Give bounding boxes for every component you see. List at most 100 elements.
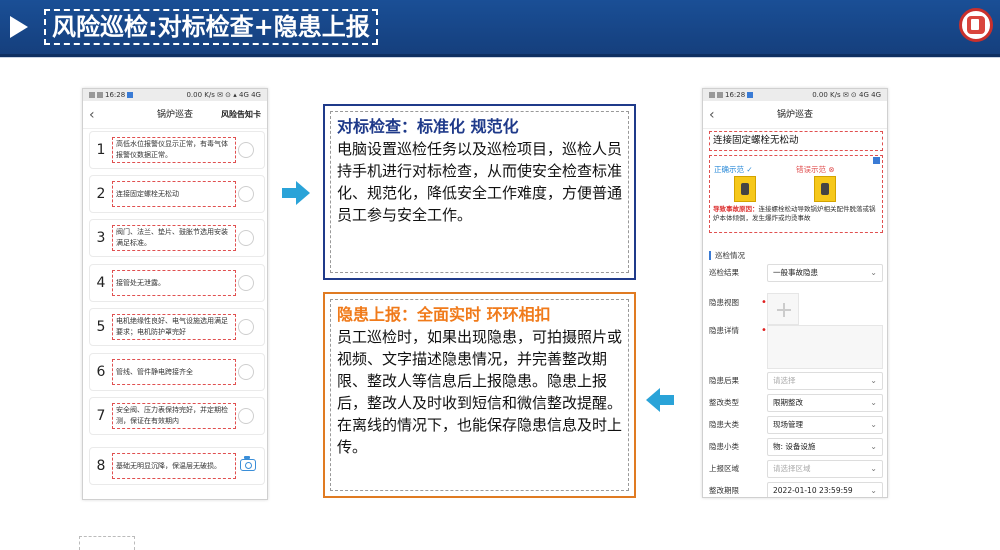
header-divider [0, 57, 1000, 58]
list-item[interactable]: 2 连接固定螺栓无松动 [89, 175, 265, 213]
expand-icon[interactable] [873, 157, 880, 164]
radio-icon[interactable] [238, 186, 254, 202]
chevron-down-icon: ⌄ [870, 464, 877, 473]
app-icon [747, 92, 754, 98]
accident-cause: 导致事故原因：连接螺栓松动导致锅炉相关配件脱落或锅炉本体倾倒，发生爆炸或灼烫事故 [713, 205, 876, 222]
radio-icon[interactable] [238, 275, 254, 291]
arrow-right-shaft [282, 188, 296, 198]
result-select[interactable]: 一般事故隐患 ⌄ [767, 264, 883, 282]
list-item[interactable]: 7 安全阀、压力表保持完好，并定期检测，保证在有效期内 [89, 397, 265, 435]
item-number: 2 [96, 186, 106, 202]
rectify-type-select[interactable]: 限期整改 ⌄ [767, 394, 883, 412]
item-number: 7 [96, 408, 106, 424]
list-item[interactable]: 3 阀门、法兰、垫片、鼓胀节选用安装满足标准。 [89, 219, 265, 257]
item-number: 4 [96, 275, 106, 291]
hazard-detail-input[interactable] [767, 325, 883, 369]
form-row-type[interactable]: 整改类型 限期整改 ⌄ [709, 393, 883, 413]
list-item[interactable]: 4 接管处无泄露。 [89, 264, 265, 302]
section-title: 巡检情况 [709, 251, 745, 260]
wifi-icon [97, 92, 103, 98]
status-time: 16:28 [105, 91, 126, 99]
item-number: 6 [96, 364, 106, 380]
row-label: 隐患详情 [709, 326, 739, 335]
row-label: 整改类型 [709, 398, 739, 407]
deadline-picker[interactable]: 2022-01-10 23:59:59 ⌄ [767, 482, 883, 497]
risk-notice-link[interactable]: 风险告知卡 [221, 101, 261, 129]
radio-icon[interactable] [238, 408, 254, 424]
correct-example-label: 正确示范 ✓ [714, 165, 753, 174]
arrow-left-shaft [660, 395, 674, 405]
area-select[interactable]: 请选择区域 ⌄ [767, 460, 883, 478]
hazard-report-box: 隐患上报：全面实时 环环相扣 员工巡检时，如果出现隐患，可拍摄照片或视频、文字描… [323, 292, 636, 498]
right-phone-screen: 16:28 0.00 K/s ✉ ⊙ 4G 4G ‹ 锅炉巡查 连接固定螺栓无松… [702, 88, 888, 498]
item-text: 接管处无泄露。 [112, 270, 236, 296]
list-item[interactable]: 5 电机绝缘性良好、电气设施选用满足要求；电机防护罩完好 [89, 308, 265, 346]
status-bar: 16:28 0.00 K/s ✉ ⊙ 4G 4G [703, 89, 887, 101]
chevron-down-icon: ⌄ [870, 376, 877, 385]
item-number: 3 [96, 230, 106, 246]
item-text: 安全阀、压力表保持完好，并定期检测，保证在有效期内 [112, 403, 236, 429]
radio-icon[interactable] [238, 142, 254, 158]
radio-icon[interactable] [238, 230, 254, 246]
status-bar: 16:28 0.00 K/s ✉ ⊙ ▴ 4G 4G [83, 89, 267, 101]
nav-bar: ‹ 锅炉巡查 风险告知卡 [83, 101, 267, 129]
form-row-area[interactable]: 上报区域 请选择区域 ⌄ [709, 459, 883, 479]
bottom-placeholder-box [79, 536, 135, 550]
chevron-down-icon: ⌄ [870, 268, 877, 277]
row-label: 隐患大类 [709, 420, 739, 429]
standard-check-box: 对标检查：标准化 规范化 电脑设置巡检任务以及巡检项目，巡检人员持手机进行对标检… [323, 104, 636, 280]
subcategory-select[interactable]: 物: 设备设施 ⌄ [767, 438, 883, 456]
app-icon [127, 92, 134, 98]
item-text: 连接固定螺栓无松动 [112, 181, 236, 207]
inspection-item-title: 连接固定螺栓无松动 [709, 131, 883, 151]
consequence-select[interactable]: 请选择 ⌄ [767, 372, 883, 390]
correct-example-image[interactable] [734, 176, 756, 202]
standard-check-title: 对标检查：标准化 规范化 [337, 117, 519, 136]
category-select[interactable]: 现场管理 ⌄ [767, 416, 883, 434]
standard-check-body: 电脑设置巡检任务以及巡检项目，巡检人员持手机进行对标检查，从而使安全检查标准化、… [337, 140, 623, 224]
radio-icon[interactable] [238, 319, 254, 335]
item-number: 5 [96, 319, 106, 335]
list-item[interactable]: 1 高低水位报警仪显示正常，有毒气体报警仪数据正常。 [89, 131, 265, 169]
wrong-example-image[interactable] [814, 176, 836, 202]
radio-icon[interactable] [238, 364, 254, 380]
form-row-category[interactable]: 隐患大类 现场管理 ⌄ [709, 415, 883, 435]
row-label: 隐患后果 [709, 376, 739, 385]
chevron-down-icon: ⌄ [870, 420, 877, 429]
chevron-down-icon: ⌄ [870, 442, 877, 451]
list-item[interactable]: 8 基础无明显沉降，保温层无破损。 [89, 447, 265, 485]
left-phone-screen: 16:28 0.00 K/s ✉ ⊙ ▴ 4G 4G ‹ 锅炉巡查 风险告知卡 … [82, 88, 268, 500]
row-label: 上报区域 [709, 464, 739, 473]
item-number: 1 [96, 142, 106, 158]
form-row-subcategory[interactable]: 隐患小类 物: 设备设施 ⌄ [709, 437, 883, 457]
hazard-report-inner: 隐患上报：全面实时 环环相扣 员工巡检时，如果出现隐患，可拍摄照片或视频、文字描… [330, 299, 629, 491]
form-row-consequence[interactable]: 隐患后果 请选择 ⌄ [709, 371, 883, 391]
wrong-example-label: 错误示范 ⊗ [796, 165, 835, 174]
signal-icon [709, 92, 715, 98]
item-text: 阀门、法兰、垫片、鼓胀节选用安装满足标准。 [112, 225, 236, 251]
hazard-report-title: 隐患上报：全面实时 环环相扣 [337, 305, 551, 324]
camera-icon[interactable] [240, 456, 256, 471]
play-icon [10, 16, 28, 38]
page-title: 风险巡检:对标检查+隐患上报 [44, 9, 378, 45]
form-row-result[interactable]: 巡检结果 一般事故隐患 ⌄ [709, 263, 883, 283]
signal-icon [89, 92, 95, 98]
chevron-down-icon: ⌄ [870, 398, 877, 407]
row-label: 巡检结果 [709, 268, 739, 277]
status-right: 0.00 K/s ✉ ⊙ ▴ 4G 4G [186, 91, 261, 99]
nav-title: 锅炉巡查 [776, 110, 813, 120]
nav-bar: ‹ 锅炉巡查 [703, 101, 887, 129]
item-text: 电机绝缘性良好、电气设施选用满足要求；电机防护罩完好 [112, 314, 236, 340]
slide: 风险巡检:对标检查+隐患上报 16:28 0.00 K/s ✉ ⊙ ▴ 4G 4… [0, 0, 1000, 550]
logo-icon [959, 8, 993, 42]
item-text: 高低水位报警仪显示正常，有毒气体报警仪数据正常。 [112, 137, 236, 163]
wifi-icon [717, 92, 723, 98]
form-row-deadline[interactable]: 整改期限 2022-01-10 23:59:59 ⌄ [709, 481, 883, 497]
row-label: 隐患视图 [709, 298, 739, 307]
item-number: 8 [96, 458, 106, 474]
row-label: 整改期限 [709, 486, 739, 495]
item-text: 管线、管件静电跨接齐全 [112, 359, 236, 385]
arrow-left-icon [646, 388, 660, 412]
list-item[interactable]: 6 管线、管件静电跨接齐全 [89, 353, 265, 391]
hazard-report-body: 员工巡检时，如果出现隐患，可拍摄照片或视频、文字描述隐患情况，并完善整改期限、整… [337, 328, 623, 456]
